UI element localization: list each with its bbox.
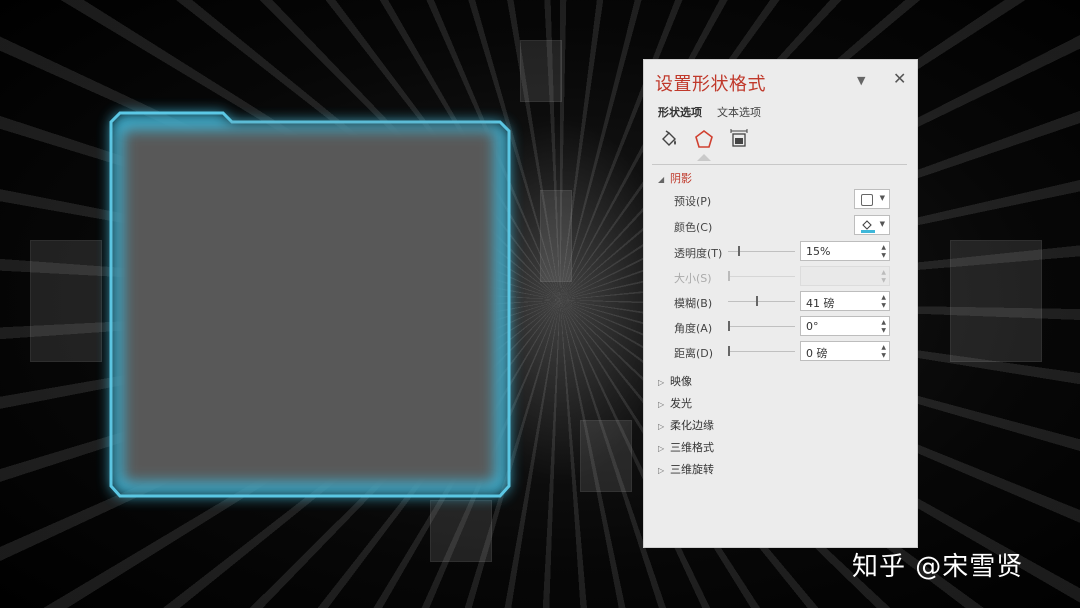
spin-up-icon[interactable]: ▲ xyxy=(881,244,886,251)
spin-up-icon[interactable]: ▲ xyxy=(881,294,886,301)
expand-triangle-icon: ▷ xyxy=(658,422,665,431)
watermark: 知乎 @宋雪贤 xyxy=(852,552,1024,582)
tab-shape-options[interactable]: 形状选项 xyxy=(658,104,702,120)
size-row: 大小(S) ▲ ▼ xyxy=(674,266,894,288)
expand-triangle-icon: ▷ xyxy=(658,400,665,409)
spin-up-icon[interactable]: ▲ xyxy=(881,344,886,351)
section-soft-edges[interactable]: ▷ 柔化边缘 xyxy=(658,417,714,433)
section-glow[interactable]: ▷ 发光 xyxy=(658,395,692,411)
blur-row: 模糊(B) 41 磅 ▲ ▼ xyxy=(674,291,894,313)
spin-down-icon[interactable]: ▼ xyxy=(881,352,886,359)
distance-input[interactable]: 0 磅 ▲ ▼ xyxy=(800,341,890,361)
expand-triangle-icon: ▷ xyxy=(658,378,665,387)
spin-down-icon: ▼ xyxy=(881,277,886,284)
fill-line-icon[interactable] xyxy=(658,128,680,150)
angle-slider[interactable] xyxy=(728,321,795,331)
slider-handle[interactable] xyxy=(756,296,758,306)
section-reflection[interactable]: ▷ 映像 xyxy=(658,373,692,389)
paint-bucket-icon xyxy=(861,220,875,233)
angle-row: 角度(A) 0° ▲ ▼ xyxy=(674,316,894,338)
slider-handle[interactable] xyxy=(728,321,730,331)
size-properties-icon[interactable] xyxy=(728,128,750,150)
effects-pentagon-icon[interactable] xyxy=(693,128,715,161)
tab-text-options[interactable]: 文本选项 xyxy=(717,104,761,120)
expand-triangle-icon: ▷ xyxy=(658,444,665,453)
section-3d-rotation[interactable]: ▷ 三维旋转 xyxy=(658,461,714,477)
blur-slider[interactable] xyxy=(728,296,795,306)
color-dropdown[interactable]: ▼ xyxy=(854,215,890,235)
shadow-preset-row: 预设(P) ▼ xyxy=(674,189,894,211)
chevron-down-icon[interactable]: ▼ xyxy=(857,74,865,87)
spin-down-icon[interactable]: ▼ xyxy=(881,252,886,259)
blur-label: 模糊(B) xyxy=(674,297,713,310)
chevron-down-icon: ▼ xyxy=(879,220,885,228)
section-shadow[interactable]: ◢ 阴影 xyxy=(658,170,692,186)
section-3d-format[interactable]: ▷ 三维格式 xyxy=(658,439,714,455)
preset-label: 预设(P) xyxy=(674,195,712,208)
spin-down-icon[interactable]: ▼ xyxy=(881,302,886,309)
size-input: ▲ ▼ xyxy=(800,266,890,286)
blur-input[interactable]: 41 磅 ▲ ▼ xyxy=(800,291,890,311)
selected-shape[interactable] xyxy=(108,110,511,498)
size-slider xyxy=(728,271,795,281)
distance-label: 距离(D) xyxy=(674,347,714,360)
expand-triangle-icon: ▷ xyxy=(658,466,665,475)
transparency-slider[interactable] xyxy=(728,246,795,256)
spin-up-icon[interactable]: ▲ xyxy=(881,319,886,326)
slider-handle[interactable] xyxy=(728,346,730,356)
transparency-row: 透明度(T) 15% ▲ ▼ xyxy=(674,241,894,263)
chevron-down-icon: ▼ xyxy=(879,194,885,202)
divider xyxy=(652,164,907,165)
size-label: 大小(S) xyxy=(674,272,712,285)
distance-row: 距离(D) 0 磅 ▲ ▼ xyxy=(674,341,894,363)
transparency-label: 透明度(T) xyxy=(674,247,723,260)
pane-title: 设置形状格式 xyxy=(655,74,766,95)
color-label: 颜色(C) xyxy=(674,221,713,234)
spin-down-icon[interactable]: ▼ xyxy=(881,327,886,334)
category-icon-bar xyxy=(658,128,898,161)
spin-up-icon: ▲ xyxy=(881,269,886,276)
distance-slider[interactable] xyxy=(728,346,795,356)
slider-handle xyxy=(728,271,730,281)
preset-dropdown[interactable]: ▼ xyxy=(854,189,890,209)
format-shape-pane: 设置形状格式 ▼ ✕ 形状选项 文本选项 ◢阴影 预设(P) ▼ 颜色(C) xyxy=(643,59,918,548)
transparency-input[interactable]: 15% ▲ ▼ xyxy=(800,241,890,261)
angle-label: 角度(A) xyxy=(674,322,713,335)
angle-input[interactable]: 0° ▲ ▼ xyxy=(800,316,890,336)
preset-swatch-icon xyxy=(861,194,873,206)
close-icon[interactable]: ✕ xyxy=(893,69,906,88)
slider-handle[interactable] xyxy=(738,246,740,256)
collapse-triangle-icon: ◢ xyxy=(658,175,665,184)
shadow-color-row: 颜色(C) ▼ xyxy=(674,215,894,237)
